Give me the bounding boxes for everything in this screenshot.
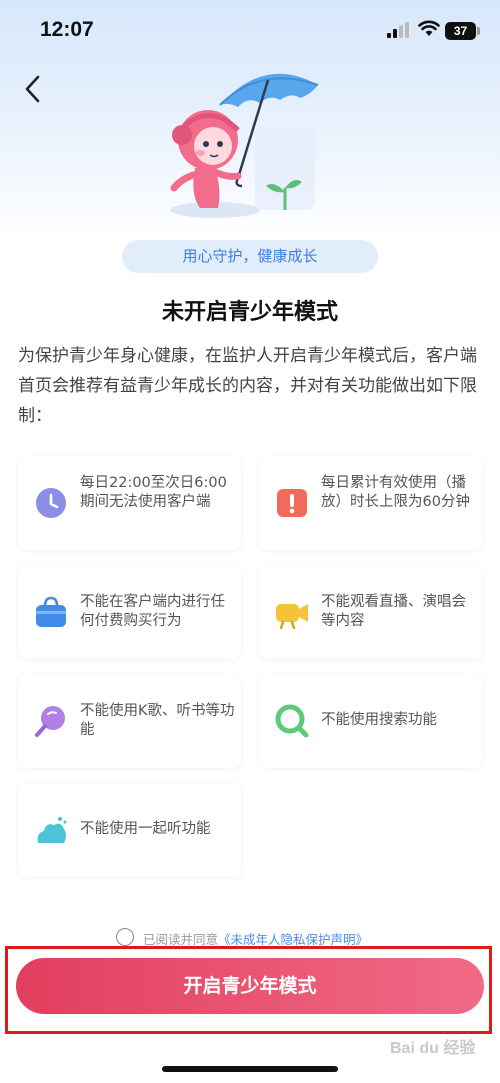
slogan-badge: 用心守护，健康成长 <box>122 240 378 273</box>
battery-indicator: 37 <box>445 22 476 40</box>
enable-teen-mode-button[interactable]: 开启青少年模式 <box>16 958 484 1014</box>
restriction-text: 每日累计有效使用（播放）时长上限为60分钟 <box>321 475 470 510</box>
agreement-prefix: 已阅读并同意 <box>143 932 219 947</box>
search-icon <box>275 704 309 738</box>
agreement-checkbox[interactable] <box>116 928 134 946</box>
listen-together-icon <box>37 817 67 843</box>
microphone-icon <box>35 706 65 737</box>
restriction-text: 不能观看直播、演唱会等内容 <box>321 594 466 629</box>
watermark: Bai du 经验 <box>390 1040 476 1057</box>
restriction-text: 每日22:00至次日6:00期间无法使用客户端 <box>80 475 227 510</box>
back-button[interactable] <box>20 72 50 106</box>
clock-icon <box>36 488 66 518</box>
timer-icon <box>277 489 307 517</box>
restriction-card-search: 不能使用搜索功能 <box>259 674 482 768</box>
chevron-left-icon <box>25 75 40 103</box>
video-camera-icon <box>276 604 308 629</box>
intro-text: 为保护青少年身心健康，在监护人开启青少年模式后，客户端首页会推荐有益青少年成长的… <box>18 346 477 426</box>
shopping-bag-icon <box>36 596 66 627</box>
battery-tip <box>477 27 480 35</box>
page-title: 未开启青少年模式 <box>161 300 338 325</box>
restriction-card-listen-together: 不能使用一起听功能 <box>18 783 241 877</box>
restriction-text: 不能使用K歌、听书等功能 <box>80 703 235 738</box>
mascot-umbrella-illustration <box>170 73 319 218</box>
restriction-card-purchase: 不能在客户端内进行任何付费购买行为 <box>18 565 241 659</box>
restriction-card-time-window: 每日22:00至次日6:00期间无法使用客户端 <box>18 456 241 550</box>
restriction-text: 不能使用一起听功能 <box>80 821 211 837</box>
status-bar: 12:07 37 <box>0 0 500 64</box>
home-indicator[interactable] <box>162 1066 338 1072</box>
restriction-text: 不能使用搜索功能 <box>321 712 437 728</box>
status-time: 12:07 <box>40 18 94 41</box>
wifi-icon <box>418 20 440 36</box>
signal-icon <box>387 22 409 38</box>
restriction-text: 不能在客户端内进行任何付费购买行为 <box>80 594 225 629</box>
restriction-card-karaoke: 不能使用K歌、听书等功能 <box>18 674 241 768</box>
restriction-card-duration: 每日累计有效使用（播放）时长上限为60分钟 <box>259 456 482 550</box>
restriction-card-live: 不能观看直播、演唱会等内容 <box>259 565 482 659</box>
privacy-policy-link[interactable]: 《未成年人隐私保护声明》 <box>218 932 368 947</box>
